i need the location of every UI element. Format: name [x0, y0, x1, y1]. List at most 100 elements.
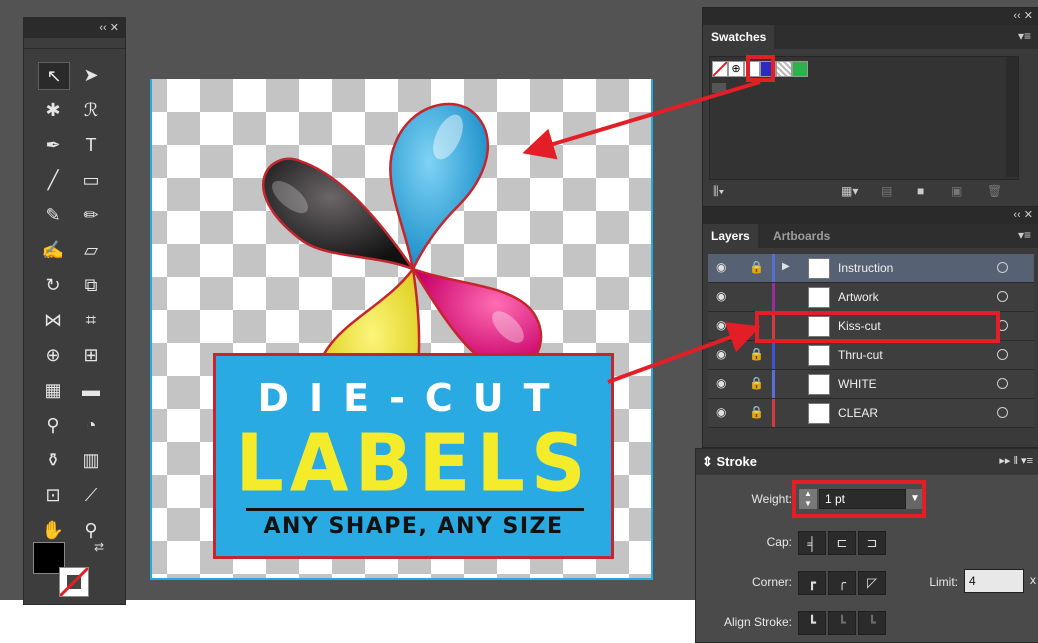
swatch-none[interactable] [712, 61, 728, 77]
line-tool[interactable]: ╱ [38, 167, 68, 193]
swap-fill-stroke-icon[interactable]: ⇄ [94, 540, 104, 554]
stroke-tabbar: ⇕ Stroke ▸▸ ‖ ▾≡ [696, 449, 1038, 475]
new-color-group-icon[interactable]: ■ [917, 184, 924, 198]
lock-icon[interactable]: 🔒 [749, 347, 764, 361]
mesh-tool[interactable]: ▦ [38, 377, 68, 403]
align-center-button[interactable]: ┗ [798, 611, 826, 635]
perspective-grid-tool[interactable]: ⊞ [76, 342, 106, 368]
expand-triangle-icon[interactable]: ▶ [782, 261, 790, 272]
rectangle-tool[interactable]: ▭ [76, 167, 106, 193]
width-tool[interactable]: ⋈ [38, 307, 68, 333]
symbol-sprayer-tool[interactable]: ⚱ [38, 447, 68, 473]
layers-panel-header[interactable]: ‹‹ ✕ [703, 207, 1038, 224]
panel-menu-icon[interactable]: ▾≡ [1018, 29, 1031, 43]
stroke-title[interactable]: ⇕ Stroke [702, 454, 757, 470]
tab-layers[interactable]: Layers [703, 224, 758, 248]
swatches-scrollbar[interactable] [1006, 57, 1018, 177]
target-circle-icon[interactable] [997, 407, 1008, 418]
panel-menu-icon[interactable]: ▾≡ [1018, 228, 1031, 242]
free-transform-tool[interactable]: ⌗ [76, 307, 106, 333]
tools-panel-grip[interactable] [24, 38, 125, 49]
visibility-eye-icon[interactable]: ◉ [716, 318, 726, 332]
align-outside-button[interactable]: ┗ [858, 611, 886, 635]
eyedropper-tool[interactable]: ⚲ [38, 412, 68, 438]
limit-label: Limit: [929, 575, 958, 589]
visibility-eye-icon[interactable]: ◉ [716, 376, 726, 390]
weight-label: Weight: [751, 492, 792, 506]
layer-thumbnail [808, 345, 830, 366]
swatches-panel-header[interactable]: ‹‹ ✕ [703, 8, 1038, 25]
pencil-tool[interactable]: ✏ [76, 202, 106, 228]
blend-tool[interactable]: ◔ [76, 412, 106, 438]
panel-menu-icon[interactable]: ▸▸ ‖ ▾≡ [999, 454, 1033, 467]
label-rule [246, 508, 584, 511]
column-graph-tool[interactable]: ▥ [76, 447, 106, 473]
show-swatch-kinds-icon[interactable]: ▦▾ [841, 184, 858, 198]
target-circle-icon[interactable] [997, 349, 1008, 360]
visibility-eye-icon[interactable]: ◉ [716, 405, 726, 419]
swatches-tabbar: Swatches ▾≡ [703, 25, 1038, 49]
visibility-eye-icon[interactable]: ◉ [716, 289, 726, 303]
align-stroke-label: Align Stroke: [723, 615, 792, 629]
eraser-tool[interactable]: ▱ [76, 237, 106, 263]
layer-thumbnail [808, 287, 830, 308]
layer-row[interactable]: ◉ 🔒 WHITE [708, 370, 1034, 399]
artboard-tool[interactable]: ⊡ [38, 482, 68, 508]
tab-artboards[interactable]: Artboards [765, 224, 838, 248]
butt-cap-button[interactable]: ╡ [798, 531, 826, 555]
swatch-registration[interactable]: ⊕ [728, 61, 744, 77]
swatch-group[interactable] [712, 83, 726, 93]
die-cut-label[interactable]: DIE-CUT LABELS ANY SHAPE, ANY SIZE [213, 353, 614, 559]
round-join-button[interactable]: ╭ [828, 571, 856, 595]
magic-wand-tool[interactable]: ✱ [38, 97, 68, 123]
selection-tool[interactable]: ↖ [38, 62, 70, 90]
pen-tool[interactable]: ✒ [38, 132, 68, 158]
layer-name: WHITE [838, 377, 877, 391]
swatch-green[interactable] [792, 61, 808, 77]
lock-icon[interactable]: 🔒 [749, 376, 764, 390]
target-circle-icon[interactable] [997, 378, 1008, 389]
target-circle-icon[interactable] [997, 262, 1008, 273]
paintbrush-tool[interactable]: ✎ [38, 202, 68, 228]
align-inside-button[interactable]: ┗ [828, 611, 856, 635]
delete-swatch-icon[interactable]: 🗑 [987, 184, 1002, 198]
layers-tabbar: Layers Artboards ▾≡ [703, 224, 1038, 248]
projecting-cap-button[interactable]: ⊐ [858, 531, 886, 555]
tools-panel-header[interactable]: ‹‹ ✕ [24, 18, 125, 38]
hand-tool[interactable]: ✋ [38, 517, 68, 543]
visibility-eye-icon[interactable]: ◉ [716, 260, 726, 274]
round-cap-button[interactable]: ⊏ [828, 531, 856, 555]
bevel-join-button[interactable]: ◸ [858, 571, 886, 595]
layer-thumbnail [808, 258, 830, 279]
layer-row[interactable]: ◉ 🔒 CLEAR [708, 399, 1034, 428]
swatch-options-icon[interactable]: ▤ [881, 184, 892, 198]
swatch-transparent[interactable] [776, 61, 792, 77]
direct-selection-tool[interactable]: ➤ [76, 62, 106, 88]
layer-row[interactable]: ◉ 🔒 Thru-cut [708, 341, 1034, 370]
visibility-eye-icon[interactable]: ◉ [716, 347, 726, 361]
lasso-tool[interactable]: ℛ [76, 97, 106, 123]
type-tool[interactable]: T [76, 132, 106, 158]
swatch-library-icon[interactable]: ⫼▾ [713, 184, 724, 199]
limit-input[interactable]: 4 [964, 569, 1024, 593]
layer-name: Thru-cut [838, 348, 883, 362]
stroke-swatch[interactable] [59, 567, 89, 597]
new-swatch-icon[interactable]: ▣ [951, 184, 962, 198]
shape-builder-tool[interactable]: ⊕ [38, 342, 68, 368]
layer-color-bar [772, 399, 775, 427]
layer-row[interactable]: ◉ 🔒 ▶ Instruction [708, 254, 1034, 283]
scale-tool[interactable]: ⧉ [76, 272, 106, 298]
rotate-tool[interactable]: ↻ [38, 272, 68, 298]
lock-icon[interactable]: 🔒 [749, 260, 764, 274]
label-heading: DIE-CUT [257, 376, 570, 420]
tab-swatches[interactable]: Swatches [703, 25, 775, 49]
target-circle-icon[interactable] [997, 291, 1008, 302]
slice-tool[interactable]: ⟋ [76, 482, 106, 508]
layer-row[interactable]: ◉ Artwork [708, 283, 1034, 312]
lock-icon[interactable]: 🔒 [749, 405, 764, 419]
miter-join-button[interactable]: ┏ [798, 571, 826, 595]
corner-label: Corner: [751, 575, 792, 589]
stroke-title-text: Stroke [716, 454, 757, 469]
blob-brush-tool[interactable]: ✍ [38, 237, 68, 263]
gradient-tool[interactable]: ▬ [76, 377, 106, 403]
